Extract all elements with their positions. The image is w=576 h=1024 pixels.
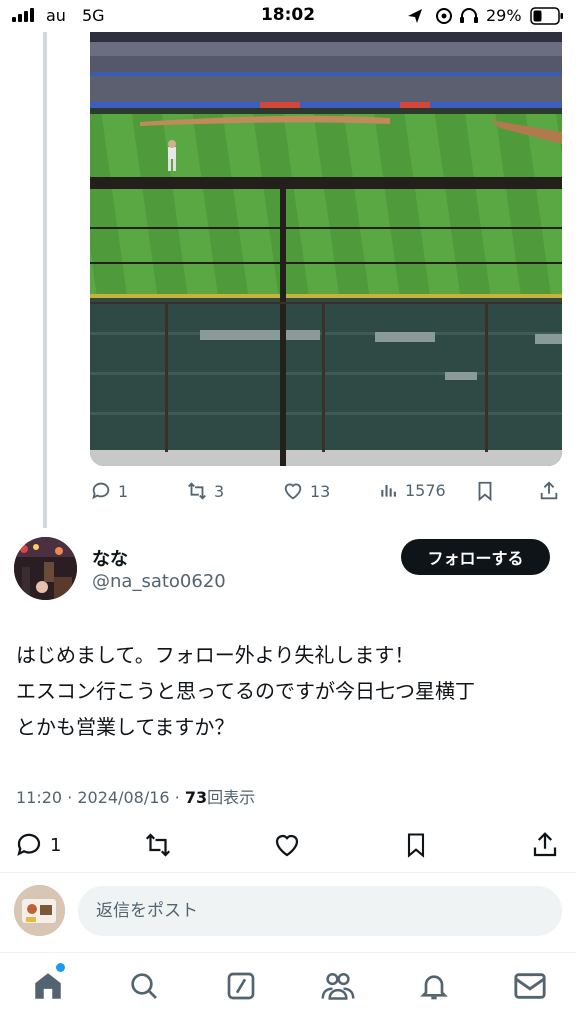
share-button[interactable] bbox=[530, 830, 560, 860]
avatar[interactable] bbox=[14, 537, 77, 600]
bookmark-icon bbox=[407, 833, 425, 858]
tweet-meta: 11:20 · 2024/08/16 · 73回表示 bbox=[16, 788, 256, 807]
messages-icon bbox=[514, 973, 546, 999]
nav-notifications[interactable] bbox=[414, 966, 454, 1006]
tweet-text-line: はじめまして。フォロー外より失礼します！ bbox=[16, 643, 415, 667]
notifications-icon bbox=[420, 975, 448, 1000]
reply-icon bbox=[92, 482, 110, 500]
display-name[interactable]: なな bbox=[92, 545, 128, 571]
parent-like-count: 13 bbox=[310, 481, 331, 501]
parent-views-count: 1576 bbox=[405, 480, 446, 500]
nav-home[interactable] bbox=[28, 966, 68, 1006]
retweet-icon bbox=[188, 482, 206, 500]
like-button[interactable] bbox=[272, 830, 302, 860]
nav-messages[interactable] bbox=[510, 966, 550, 1006]
tweet-time: 11:20 bbox=[16, 788, 63, 807]
divider bbox=[0, 872, 576, 873]
bookmark-button[interactable] bbox=[402, 830, 430, 860]
tweet-text-line: エスコン行こうと思ってるのですが今日七つ星横丁 bbox=[16, 679, 475, 703]
parent-like-button[interactable]: 13 bbox=[282, 480, 330, 502]
tweet-text: はじめまして。フォロー外より失礼します！ エスコン行こうと思ってるのですが今日七… bbox=[16, 637, 564, 745]
parent-retweet-count: 3 bbox=[214, 481, 225, 501]
reply-input[interactable] bbox=[78, 886, 562, 936]
battery-percent: 29% bbox=[486, 6, 522, 25]
status-bar: au 5G 18:02 29% bbox=[0, 0, 576, 32]
parent-bookmark-button[interactable] bbox=[474, 480, 496, 502]
parent-share-button[interactable] bbox=[538, 480, 560, 502]
reply-icon bbox=[17, 833, 41, 856]
views-label: 回表示 bbox=[207, 788, 256, 807]
heart-icon bbox=[275, 834, 299, 857]
share-icon bbox=[533, 832, 557, 857]
retweet-icon bbox=[145, 833, 171, 857]
communities-icon bbox=[321, 972, 355, 1000]
reply-button[interactable]: 1 bbox=[14, 830, 61, 860]
parent-views-button[interactable]: 1576 bbox=[379, 480, 446, 500]
thread-line bbox=[43, 32, 47, 528]
reply-avatar bbox=[14, 885, 65, 936]
views-count[interactable]: 73 bbox=[185, 788, 207, 807]
battery-icon bbox=[530, 7, 563, 25]
nav-search[interactable] bbox=[124, 966, 164, 1006]
parent-reply-button[interactable]: 1 bbox=[90, 480, 128, 502]
bookmark-icon bbox=[478, 481, 492, 502]
tweet-photo[interactable] bbox=[90, 32, 562, 466]
user-handle[interactable]: @na_sato0620 bbox=[92, 571, 226, 592]
heart-icon bbox=[284, 483, 302, 500]
tweet-date: 2024/08/16 bbox=[77, 788, 170, 807]
nav-communities[interactable] bbox=[318, 966, 358, 1006]
retweet-button[interactable] bbox=[142, 830, 174, 860]
reply-avatar-image bbox=[14, 885, 65, 936]
home-icon bbox=[35, 973, 61, 999]
parent-reply-count: 1 bbox=[118, 481, 129, 501]
views-icon bbox=[381, 485, 396, 497]
status-icons bbox=[408, 8, 478, 24]
grok-icon bbox=[227, 972, 255, 1000]
parent-retweet-button[interactable]: 3 bbox=[186, 480, 224, 502]
nav-grok[interactable] bbox=[221, 966, 261, 1006]
reply-count: 1 bbox=[50, 834, 62, 856]
tweet-text-line: とかも営業してますか？ bbox=[16, 715, 235, 739]
home-notification-dot bbox=[56, 963, 65, 972]
avatar-image bbox=[14, 537, 77, 600]
follow-button[interactable]: フォローする bbox=[401, 539, 550, 575]
search-icon bbox=[131, 973, 157, 999]
divider bbox=[0, 952, 576, 953]
share-icon bbox=[540, 481, 558, 500]
baseball-field-photo bbox=[90, 32, 562, 466]
